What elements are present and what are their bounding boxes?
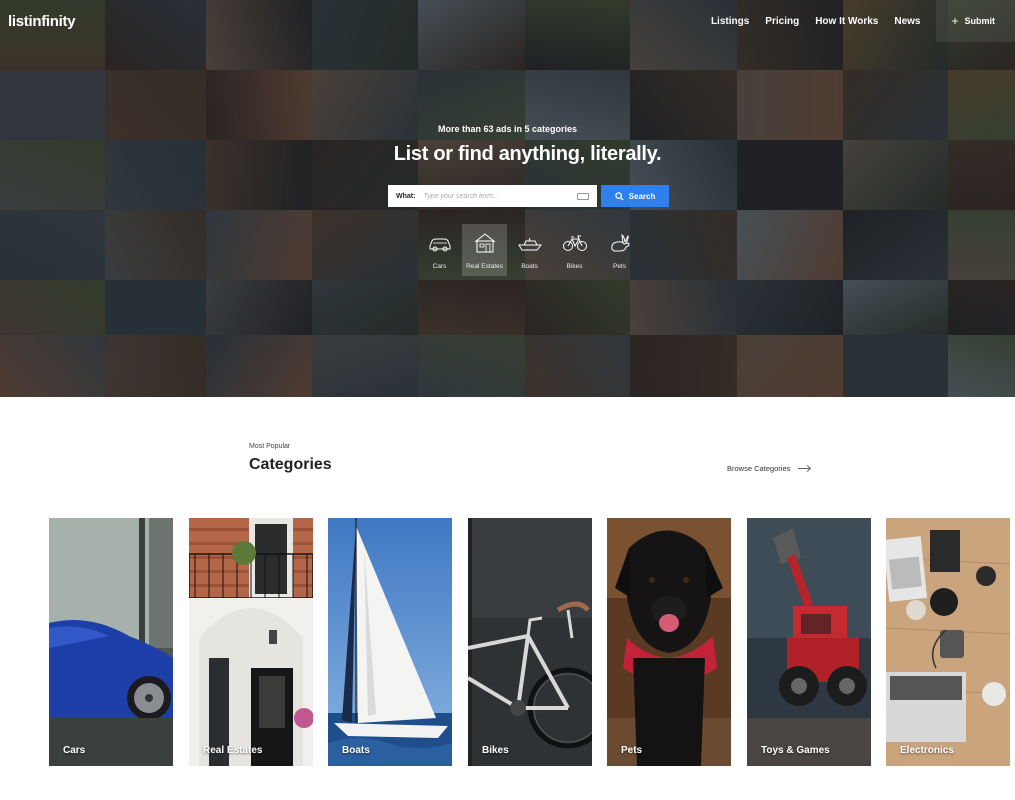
card-label: Real Estates [203, 745, 263, 756]
plus-icon: + [951, 14, 959, 28]
arrow-right-icon [798, 468, 811, 469]
house-photo [189, 518, 313, 766]
category-card-bikes[interactable]: Bikes [468, 518, 592, 766]
desk-electronics-photo [886, 518, 1010, 766]
card-label: Boats [342, 745, 370, 756]
categories-title: Categories [249, 456, 332, 473]
search-input[interactable] [423, 192, 564, 200]
bike-photo [468, 518, 592, 766]
boat-photo [328, 518, 452, 766]
hero-category-label: Pets [612, 263, 626, 270]
card-label: Toys & Games [761, 745, 830, 756]
nav-how-it-works[interactable]: How It Works [815, 16, 878, 27]
category-card-boats[interactable]: Boats [328, 518, 452, 766]
card-label: Electronics [900, 745, 954, 756]
category-card-pets[interactable]: Pets [607, 518, 731, 766]
rabbit-icon [610, 234, 629, 252]
categories-eyebrow: Most Popular [249, 443, 291, 450]
card-label: Cars [63, 745, 86, 756]
category-card-electronics[interactable]: Electronics [886, 518, 1010, 766]
nav-pricing[interactable]: Pricing [765, 16, 799, 27]
category-card-cars[interactable]: Cars [49, 518, 173, 766]
car-icon [429, 238, 450, 252]
hero-category-boats[interactable]: Boats [507, 224, 552, 276]
hero-category-cars[interactable]: Cars [417, 224, 462, 276]
search-button-label: Search [628, 191, 656, 201]
hero-category-label: Boats [521, 263, 538, 270]
card-label: Bikes [482, 745, 509, 756]
browse-categories-label: Browse Categories [727, 464, 791, 473]
search-bar: What: [388, 185, 597, 207]
submit-label: Submit [964, 16, 996, 26]
hero-category-label: Bikes [566, 263, 583, 270]
search-button[interactable]: Search [601, 185, 669, 207]
bike-icon [562, 235, 587, 251]
nav-news[interactable]: News [894, 16, 920, 27]
hero-category-shortcuts: Cars Real Estates Boats Bikes Pets [417, 224, 642, 276]
dog-photo [607, 518, 731, 766]
hero-section: listinfinity Listings Pricing How It Wor… [0, 0, 1015, 397]
hero-category-bikes[interactable]: Bikes [552, 224, 597, 276]
browse-categories-link[interactable]: Browse Categories [727, 464, 811, 473]
car-photo [49, 518, 173, 766]
hero-category-label: Cars [432, 263, 447, 270]
boat-icon [517, 237, 542, 251]
search-icon [614, 191, 624, 201]
submit-button[interactable]: + Submit [936, 0, 1015, 42]
card-label: Pets [621, 745, 643, 756]
hero-title: List or find anything, literally. [393, 143, 662, 165]
hero-subtitle: More than 63 ads in 5 categories [437, 124, 578, 134]
toy-excavator-photo [747, 518, 871, 766]
house-icon [474, 233, 495, 253]
search-what-label: What: [396, 192, 416, 200]
keyboard-icon[interactable] [577, 192, 589, 200]
category-card-toys-games[interactable]: Toys & Games [747, 518, 871, 766]
hero-category-real-estates[interactable]: Real Estates [462, 224, 507, 276]
nav-listings[interactable]: Listings [711, 16, 749, 27]
hero-category-pets[interactable]: Pets [597, 224, 642, 276]
category-card-real-estates[interactable]: Real Estates [189, 518, 313, 766]
main-nav: Listings Pricing How It Works News + Sub… [711, 0, 1015, 42]
hero-category-label: Real Estates [466, 263, 503, 270]
site-logo[interactable]: listinfinity [8, 13, 76, 30]
